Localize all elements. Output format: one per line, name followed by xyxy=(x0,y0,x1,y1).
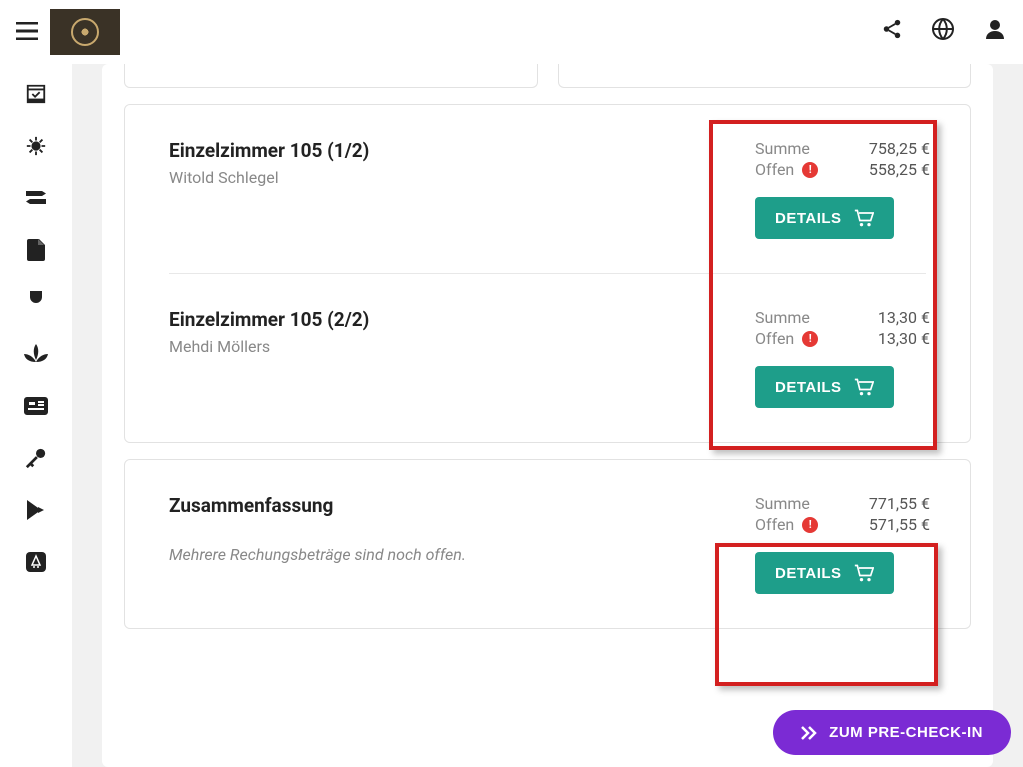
room-guest: Witold Schlegel xyxy=(169,168,755,187)
card-stub-left xyxy=(124,64,538,88)
room-title: Einzelzimmer 105 (2/2) xyxy=(169,308,755,331)
room-block: Einzelzimmer 105 (2/2) Mehdi Möllers Sum… xyxy=(125,274,970,442)
play-store-icon[interactable] xyxy=(24,498,48,522)
inbox-icon[interactable] xyxy=(24,82,48,106)
open-value: 571,55 € xyxy=(869,515,930,534)
main-content: Einzelzimmer 105 (1/2) Witold Schlegel S… xyxy=(72,64,1023,767)
rooms-card: Einzelzimmer 105 (1/2) Witold Schlegel S… xyxy=(124,104,971,443)
pdf-icon[interactable] xyxy=(24,238,48,262)
details-label: DETAILS xyxy=(775,210,842,227)
logo[interactable] xyxy=(50,9,120,55)
wine-icon[interactable] xyxy=(24,290,48,314)
precheckin-label: ZUM PRE-CHECK-IN xyxy=(829,724,983,741)
open-label: Offen xyxy=(755,160,794,179)
user-icon[interactable] xyxy=(983,17,1007,47)
sum-value: 771,55 € xyxy=(869,494,930,513)
precheckin-button[interactable]: ZUM PRE-CHECK-IN xyxy=(773,710,1011,755)
room-guest: Mehdi Möllers xyxy=(169,337,755,356)
sidebar xyxy=(0,64,72,767)
sum-label: Summe xyxy=(755,494,810,513)
room-block: Einzelzimmer 105 (1/2) Witold Schlegel S… xyxy=(125,105,970,273)
card-stub-right xyxy=(558,64,972,88)
chevron-double-right-icon xyxy=(801,726,817,740)
details-label: DETAILS xyxy=(775,565,842,582)
alert-icon: ! xyxy=(802,517,818,533)
alert-icon: ! xyxy=(802,331,818,347)
sum-label: Summe xyxy=(755,308,810,327)
open-label: Offen xyxy=(755,329,794,348)
open-label: Offen xyxy=(755,515,794,534)
summary-title: Zusammenfassung xyxy=(169,494,755,517)
details-label: DETAILS xyxy=(775,379,842,396)
sum-value: 13,30 € xyxy=(878,308,930,327)
share-icon[interactable] xyxy=(881,18,903,46)
topbar xyxy=(0,0,1023,64)
cart-icon xyxy=(854,564,874,582)
key-icon[interactable] xyxy=(24,446,48,470)
signpost-icon[interactable] xyxy=(24,186,48,210)
app-store-icon[interactable] xyxy=(24,550,48,574)
open-value: 558,25 € xyxy=(869,160,930,179)
room-title: Einzelzimmer 105 (1/2) xyxy=(169,139,755,162)
details-button[interactable]: DETAILS xyxy=(755,552,894,594)
summary-card: Zusammenfassung Mehrere Rechungsbeträge … xyxy=(124,459,971,629)
open-value: 13,30 € xyxy=(878,329,930,348)
sum-label: Summe xyxy=(755,139,810,158)
cart-icon xyxy=(854,378,874,396)
details-button[interactable]: DETAILS xyxy=(755,197,894,239)
cart-icon xyxy=(854,209,874,227)
menu-toggle[interactable] xyxy=(16,18,38,46)
spa-icon[interactable] xyxy=(24,342,48,366)
globe-icon[interactable] xyxy=(931,17,955,47)
virus-icon[interactable] xyxy=(24,134,48,158)
sum-value: 758,25 € xyxy=(869,139,930,158)
summary-note: Mehrere Rechungsbeträge sind noch offen. xyxy=(169,545,755,564)
news-icon[interactable] xyxy=(24,394,48,418)
alert-icon: ! xyxy=(802,162,818,178)
details-button[interactable]: DETAILS xyxy=(755,366,894,408)
